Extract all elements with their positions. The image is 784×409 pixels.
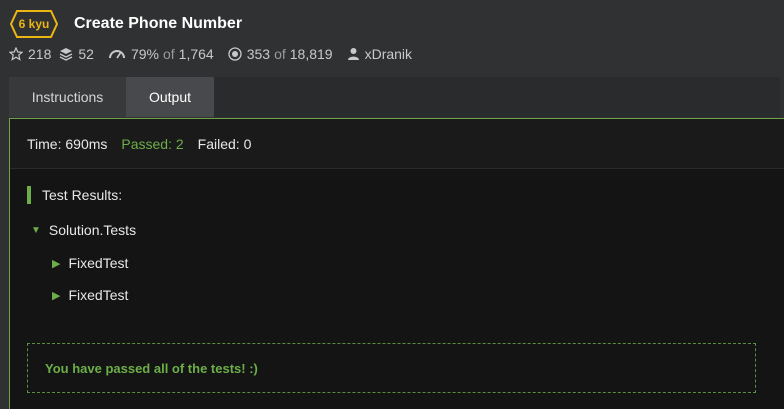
test-suite[interactable]: ▼ Solution.Tests <box>31 222 136 238</box>
results-heading-label: Test Results: <box>42 187 123 203</box>
output-panel: Time: 690ms Passed: 2 Failed: 0 Test Res… <box>9 118 784 409</box>
pass-message: You have passed all of the tests! :) <box>45 360 258 376</box>
star-icon <box>9 47 23 61</box>
suite-name: Solution.Tests <box>48 222 137 238</box>
test-name: FixedTest <box>68 255 129 271</box>
rank-label: 6 kyu <box>18 17 50 31</box>
completed-of: of <box>274 46 286 62</box>
caret-down-icon: ▼ <box>31 224 41 236</box>
results-accent-bar <box>27 186 31 204</box>
pass-message-box: You have passed all of the tests! :) <box>27 343 756 393</box>
completed-total: 18,819 <box>289 46 333 62</box>
rank-badge: 6 kyu <box>10 10 58 38</box>
kata-title: Create Phone Number <box>74 15 243 32</box>
gauge-icon <box>108 50 125 59</box>
test-name: FixedTest <box>68 287 129 303</box>
completed-stat: 353 of 18,819 <box>228 46 333 62</box>
run-time: Time: 690ms <box>27 135 108 152</box>
passed-count: Passed: 2 <box>121 135 184 152</box>
collections-count: 52 <box>78 46 94 62</box>
layers-icon <box>60 48 73 61</box>
author-stat[interactable]: xDranik <box>347 46 412 62</box>
target-icon <box>228 47 242 61</box>
stars-stat[interactable]: 218 <box>9 46 51 62</box>
kata-stats: 218 52 79% of 1,764 353 of 18,819 xDrani… <box>9 44 426 64</box>
failed-count: Failed: 0 <box>197 135 252 152</box>
caret-right-icon: ▶ <box>52 289 61 302</box>
completed-count: 353 <box>246 46 271 62</box>
test-item[interactable]: ▶ FixedTest <box>52 255 128 271</box>
satisfaction-percent: 79% <box>130 46 159 62</box>
test-summary: Time: 690ms Passed: 2 Failed: 0 <box>10 119 784 169</box>
test-item[interactable]: ▶ FixedTest <box>52 287 128 303</box>
tab-output[interactable]: Output <box>126 77 214 117</box>
caret-right-icon: ▶ <box>52 257 61 270</box>
satisfaction-of: of <box>162 46 175 62</box>
kata-header: 6 kyu Create Phone Number <box>10 9 780 39</box>
tab-instructions[interactable]: Instructions <box>9 77 126 117</box>
tab-bar: Instructions Output <box>9 77 780 117</box>
user-icon <box>347 48 359 60</box>
collections-stat: 52 <box>59 46 94 62</box>
satisfaction-total: 1,764 <box>178 46 214 62</box>
author-name[interactable]: xDranik <box>365 46 412 62</box>
stars-count: 218 <box>28 46 52 62</box>
test-results-heading: Test Results: <box>27 185 122 205</box>
satisfaction-stat: 79% of 1,764 <box>108 46 214 62</box>
